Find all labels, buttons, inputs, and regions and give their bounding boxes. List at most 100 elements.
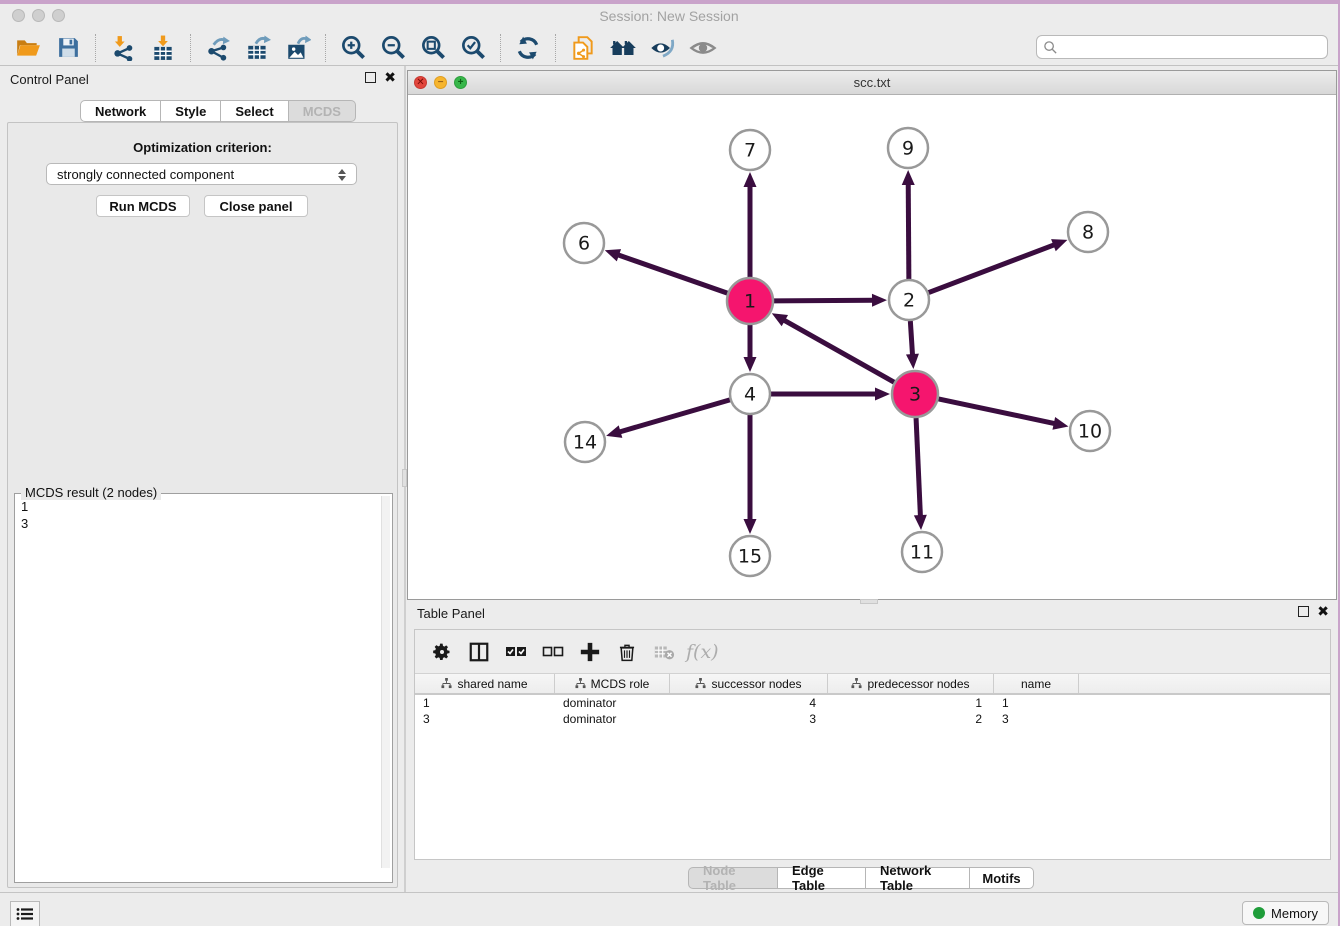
column-header-mcds-role[interactable]: MCDS role bbox=[555, 674, 670, 693]
graph-node-label-6: 6 bbox=[578, 233, 590, 255]
graph-edge-2-8[interactable] bbox=[929, 244, 1056, 292]
graph-edge-3-1[interactable] bbox=[783, 320, 894, 383]
add-row-icon[interactable] bbox=[575, 637, 605, 667]
show-graphics-details-icon[interactable] bbox=[686, 33, 720, 63]
apply-layout-icon[interactable] bbox=[511, 33, 545, 63]
column-type-icon bbox=[851, 678, 862, 689]
function-builder-icon[interactable]: f(x) bbox=[686, 637, 719, 667]
graph-node-label-9: 9 bbox=[902, 138, 914, 160]
zoom-selected-icon[interactable] bbox=[456, 33, 490, 63]
cell-successor-nodes[interactable]: 3 bbox=[670, 711, 828, 727]
column-label: successor nodes bbox=[711, 677, 801, 691]
tab-mcds[interactable]: MCDS bbox=[289, 100, 356, 122]
network-window-titlebar[interactable]: ✕ − + scc.txt bbox=[408, 71, 1336, 95]
optimization-criterion-select[interactable]: strongly connected component bbox=[46, 163, 357, 185]
horizontal-splitter-grip[interactable] bbox=[402, 469, 407, 487]
cell-shared-name[interactable]: 3 bbox=[415, 711, 555, 727]
graph-edge-2-9[interactable] bbox=[908, 183, 909, 279]
table-panel-title: Table Panel bbox=[417, 606, 485, 621]
table-settings-icon[interactable] bbox=[427, 637, 457, 667]
network-view-window: ✕ − + scc.txt 1234678910111415 bbox=[407, 70, 1337, 600]
save-session-icon[interactable] bbox=[51, 33, 85, 63]
cell-successor-nodes[interactable]: 4 bbox=[670, 695, 828, 711]
float-panel-icon[interactable] bbox=[365, 72, 376, 83]
tab-network[interactable]: Network bbox=[80, 100, 161, 122]
tab-node-table[interactable]: Node Table bbox=[688, 867, 778, 889]
tab-select[interactable]: Select bbox=[221, 100, 288, 122]
open-session-icon[interactable] bbox=[11, 33, 45, 63]
search-icon bbox=[1043, 40, 1058, 55]
column-header-shared-name[interactable]: shared name bbox=[415, 674, 555, 693]
close-table-panel-icon[interactable]: ✖ bbox=[1317, 606, 1329, 617]
memory-button[interactable]: Memory bbox=[1242, 901, 1329, 925]
result-scrollbar[interactable] bbox=[381, 496, 390, 868]
cell-name[interactable]: 1 bbox=[994, 695, 1079, 711]
graph-edge-2-3[interactable] bbox=[910, 321, 912, 356]
tab-motifs[interactable]: Motifs bbox=[970, 867, 1034, 889]
network-home-icon[interactable] bbox=[606, 33, 640, 63]
cell-predecessor-nodes[interactable]: 1 bbox=[828, 695, 994, 711]
network-window-title: scc.txt bbox=[408, 75, 1336, 90]
column-header-name[interactable]: name bbox=[994, 674, 1079, 693]
column-header-successor-nodes[interactable]: successor nodes bbox=[670, 674, 828, 693]
graph-edge-1-2[interactable] bbox=[774, 300, 874, 301]
tab-style[interactable]: Style bbox=[161, 100, 221, 122]
cell-mcds-role[interactable]: dominator bbox=[555, 695, 670, 711]
graph-node-label-14: 14 bbox=[573, 432, 597, 454]
column-type-icon bbox=[695, 678, 706, 689]
graph-edge-4-14[interactable] bbox=[619, 400, 730, 432]
network-canvas[interactable]: 1234678910111415 bbox=[408, 95, 1336, 599]
export-network-icon[interactable] bbox=[201, 33, 235, 63]
search-box[interactable] bbox=[1036, 35, 1328, 59]
deselect-all-icon[interactable] bbox=[538, 637, 568, 667]
clone-network-icon[interactable] bbox=[566, 33, 600, 63]
zoom-fit-icon[interactable] bbox=[416, 33, 450, 63]
float-table-panel-icon[interactable] bbox=[1298, 606, 1309, 617]
show-column-icon[interactable] bbox=[464, 637, 494, 667]
import-table-icon[interactable] bbox=[146, 33, 180, 63]
graph-edge-1-6[interactable] bbox=[617, 255, 727, 294]
cell-name[interactable]: 3 bbox=[994, 711, 1079, 727]
cell-predecessor-nodes[interactable]: 2 bbox=[828, 711, 994, 727]
tab-edge-table[interactable]: Edge Table bbox=[778, 867, 866, 889]
run-mcds-button[interactable]: Run MCDS bbox=[96, 195, 190, 217]
close-panel-button[interactable]: Close panel bbox=[204, 195, 308, 217]
control-panel-header: Control Panel ✖ bbox=[0, 66, 404, 92]
memory-label: Memory bbox=[1271, 906, 1318, 921]
node-table: f(x) shared name MCDS role successor nod… bbox=[414, 629, 1331, 860]
column-header-predecessor-nodes[interactable]: predecessor nodes bbox=[828, 674, 994, 693]
table-panel: Table Panel ✖ bbox=[407, 600, 1337, 892]
zoom-out-icon[interactable] bbox=[376, 33, 410, 63]
graph-edge-arrowhead bbox=[744, 357, 757, 372]
graph-edge-3-11[interactable] bbox=[916, 418, 920, 517]
delete-table-icon[interactable] bbox=[649, 637, 679, 667]
show-panels-list-button[interactable] bbox=[10, 901, 40, 926]
zoom-in-icon[interactable] bbox=[336, 33, 370, 63]
selected-criterion: strongly connected component bbox=[57, 167, 234, 182]
close-panel-icon[interactable]: ✖ bbox=[384, 72, 396, 83]
select-all-icon[interactable] bbox=[501, 637, 531, 667]
network-graph[interactable]: 1234678910111415 bbox=[408, 95, 1336, 599]
column-label: shared name bbox=[457, 677, 527, 691]
import-network-icon[interactable] bbox=[106, 33, 140, 63]
graph-node-label-1: 1 bbox=[744, 291, 756, 313]
hide-panels-icon[interactable] bbox=[646, 33, 680, 63]
graph-node-label-4: 4 bbox=[744, 384, 756, 406]
table-row[interactable]: 3 dominator 3 2 3 bbox=[415, 711, 1330, 727]
mcds-result-text[interactable]: 1 3 bbox=[17, 498, 28, 532]
column-type-icon bbox=[575, 678, 586, 689]
control-panel-tabs: Network Style Select MCDS bbox=[80, 100, 356, 122]
export-table-icon[interactable] bbox=[241, 33, 275, 63]
cell-mcds-role[interactable]: dominator bbox=[555, 711, 670, 727]
toolbar-separator bbox=[95, 34, 96, 62]
tab-network-table[interactable]: Network Table bbox=[866, 867, 970, 889]
graph-edge-arrowhead bbox=[872, 294, 887, 307]
graph-node-label-3: 3 bbox=[909, 384, 921, 406]
cell-shared-name[interactable]: 1 bbox=[415, 695, 555, 711]
export-image-icon[interactable] bbox=[281, 33, 315, 63]
list-icon bbox=[16, 907, 34, 921]
delete-row-icon[interactable] bbox=[612, 637, 642, 667]
search-input[interactable] bbox=[1058, 40, 1327, 55]
graph-edge-3-10[interactable] bbox=[938, 399, 1055, 424]
table-row[interactable]: 1 dominator 4 1 1 bbox=[415, 695, 1330, 711]
